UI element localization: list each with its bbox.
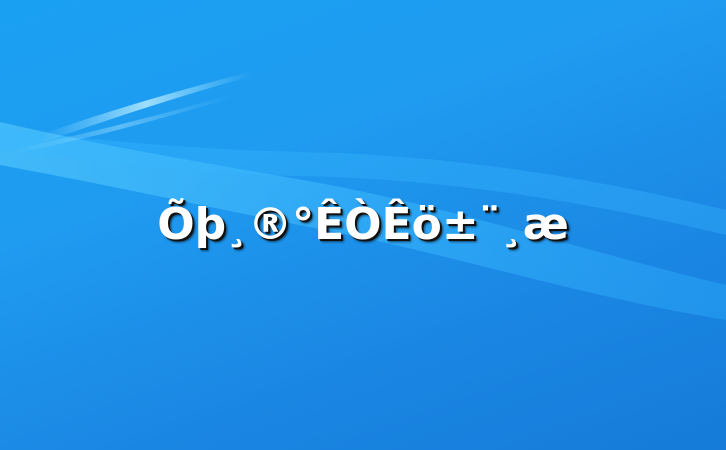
desktop-message-text: Õþ¸®°ÊÒÊö±¨¸æ — [157, 199, 569, 250]
desktop-background: Õþ¸®°ÊÒÊö±¨¸æ — [0, 0, 726, 450]
